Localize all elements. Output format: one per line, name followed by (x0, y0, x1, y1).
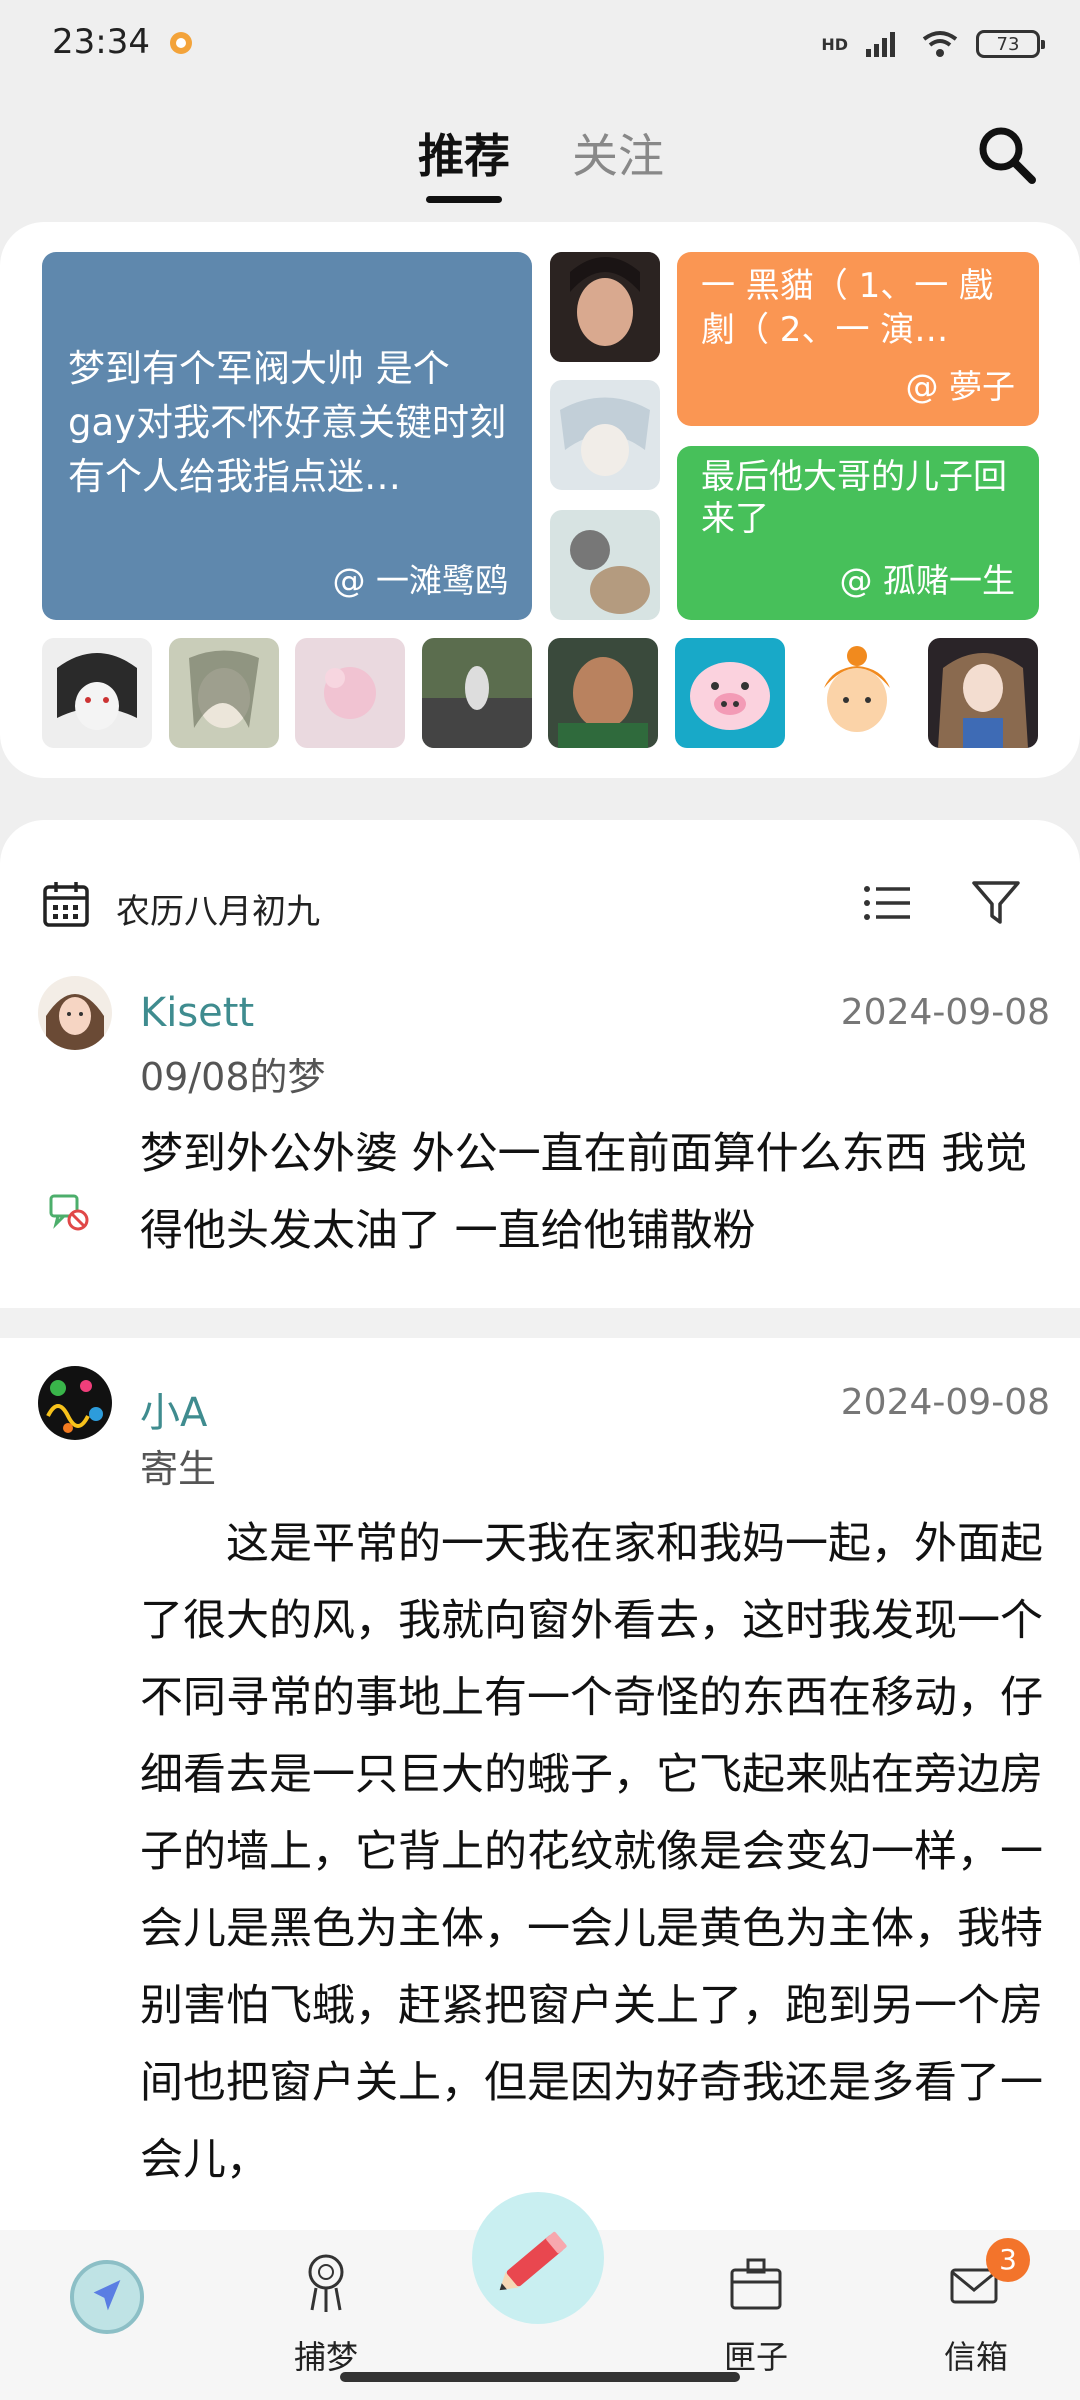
active-tab-indicator (426, 196, 502, 203)
home-indicator (340, 2372, 740, 2382)
post-body: 梦到外公外婆 外公一直在前面算什么东西 我觉得他头发太油了 一直给他铺散粉 (140, 1129, 1028, 1256)
tile-text: 一 黑貓（ 1、一 戲劇（ 2、一 演… (701, 266, 994, 350)
post-username[interactable]: Kisett (140, 990, 254, 1036)
dream-post[interactable]: 小A 2024-09-08 寄生 这是平常的一天我在家和我妈一起，外面起了很大的… (0, 1340, 1080, 2260)
top-tabs: 推荐 关注 (0, 108, 1080, 208)
battery-icon: 73 (976, 30, 1045, 58)
featured-tile[interactable]: 梦到有个军阀大帅 是个gay对我不怀好意关键时刻有个人给我指点迷… @ 一滩鹭鸥 (42, 252, 532, 620)
post-date: 2024-09-08 (840, 1382, 1050, 1423)
pencil-icon (499, 2231, 567, 2291)
user-avatar[interactable] (675, 638, 785, 748)
user-avatar[interactable] (42, 638, 152, 748)
featured-thumbnail[interactable] (550, 252, 660, 362)
featured-thumbnail[interactable] (550, 510, 660, 620)
user-avatar[interactable] (422, 638, 532, 748)
tile-author: @ 夢子 (905, 367, 1016, 406)
search-icon[interactable] (974, 122, 1040, 188)
dream-feed: 农历八月初九 Kisett 2024-09-08 09/08的梦 梦到外公外婆 … (0, 820, 1080, 2260)
tile-text: 梦到有个军阀大帅 是个gay对我不怀好意关键时刻有个人给我指点迷… (68, 347, 507, 498)
lunar-date-label[interactable]: 农历八月初九 (116, 884, 320, 933)
compass-arrow-icon (93, 2280, 121, 2311)
app-notification-icon (170, 32, 192, 54)
user-avatar[interactable] (169, 638, 279, 748)
nav-label: 信箱 (943, 2338, 1008, 2376)
tile-author: @ 孤赌一生 (839, 561, 1016, 600)
post-username[interactable]: 小A (140, 1380, 207, 1438)
featured-section: 梦到有个军阀大帅 是个gay对我不怀好意关键时刻有个人给我指点迷… @ 一滩鹭鸥… (0, 222, 1080, 778)
list-view-icon[interactable] (862, 880, 914, 926)
not-public-icon (49, 1194, 89, 1231)
post-body: 这是平常的一天我在家和我妈一起，外面起了很大的风，我就向窗外看去，这时我发现一个… (140, 1519, 1043, 2185)
avatar[interactable] (38, 976, 112, 1050)
dream-post[interactable]: Kisett 2024-09-08 09/08的梦 梦到外公外婆 外公一直在前面… (0, 970, 1080, 1300)
post-divider (0, 1308, 1080, 1338)
user-avatar[interactable] (548, 638, 658, 748)
user-avatar[interactable] (295, 638, 405, 748)
post-title: 09/08的梦 (140, 1055, 326, 1099)
calendar-icon[interactable] (42, 880, 90, 928)
mailbox-badge: 3 (986, 2238, 1030, 2282)
tab-recommended[interactable]: 推荐 (418, 120, 510, 186)
user-avatar[interactable] (928, 638, 1038, 748)
signal-icon (866, 32, 895, 57)
battery-level: 73 (996, 33, 1020, 55)
post-date: 2024-09-08 (840, 992, 1050, 1033)
status-indicators: HD 73 (821, 26, 1045, 62)
featured-tile[interactable]: 一 黑貓（ 1、一 戲劇（ 2、一 演… @ 夢子 (677, 252, 1039, 426)
tile-text: 最后他大哥的儿子回来了 (701, 457, 1007, 539)
status-time: 23:34 (52, 22, 150, 62)
status-bar: 23:34 HD 73 (0, 0, 1080, 90)
box-icon (730, 2258, 782, 2310)
featured-tile[interactable]: 最后他大哥的儿子回来了 @ 孤赌一生 (677, 446, 1039, 620)
featured-thumbnail[interactable] (550, 380, 660, 490)
compose-button[interactable] (472, 2192, 604, 2324)
wifi-icon (922, 31, 958, 57)
tile-author: @ 一滩鹭鸥 (332, 561, 509, 600)
dreamcatcher-icon (308, 2254, 344, 2312)
filter-row: 农历八月初九 (0, 860, 1080, 950)
tab-following[interactable]: 关注 (572, 120, 664, 186)
post-title: 寄生 (140, 1447, 217, 1491)
filter-icon[interactable] (970, 878, 1022, 928)
network-type: HD (821, 34, 848, 54)
user-avatar[interactable] (802, 638, 912, 748)
avatar[interactable] (38, 1366, 112, 1440)
featured-avatar-row (0, 638, 1080, 750)
nav-explore[interactable] (70, 2260, 144, 2334)
